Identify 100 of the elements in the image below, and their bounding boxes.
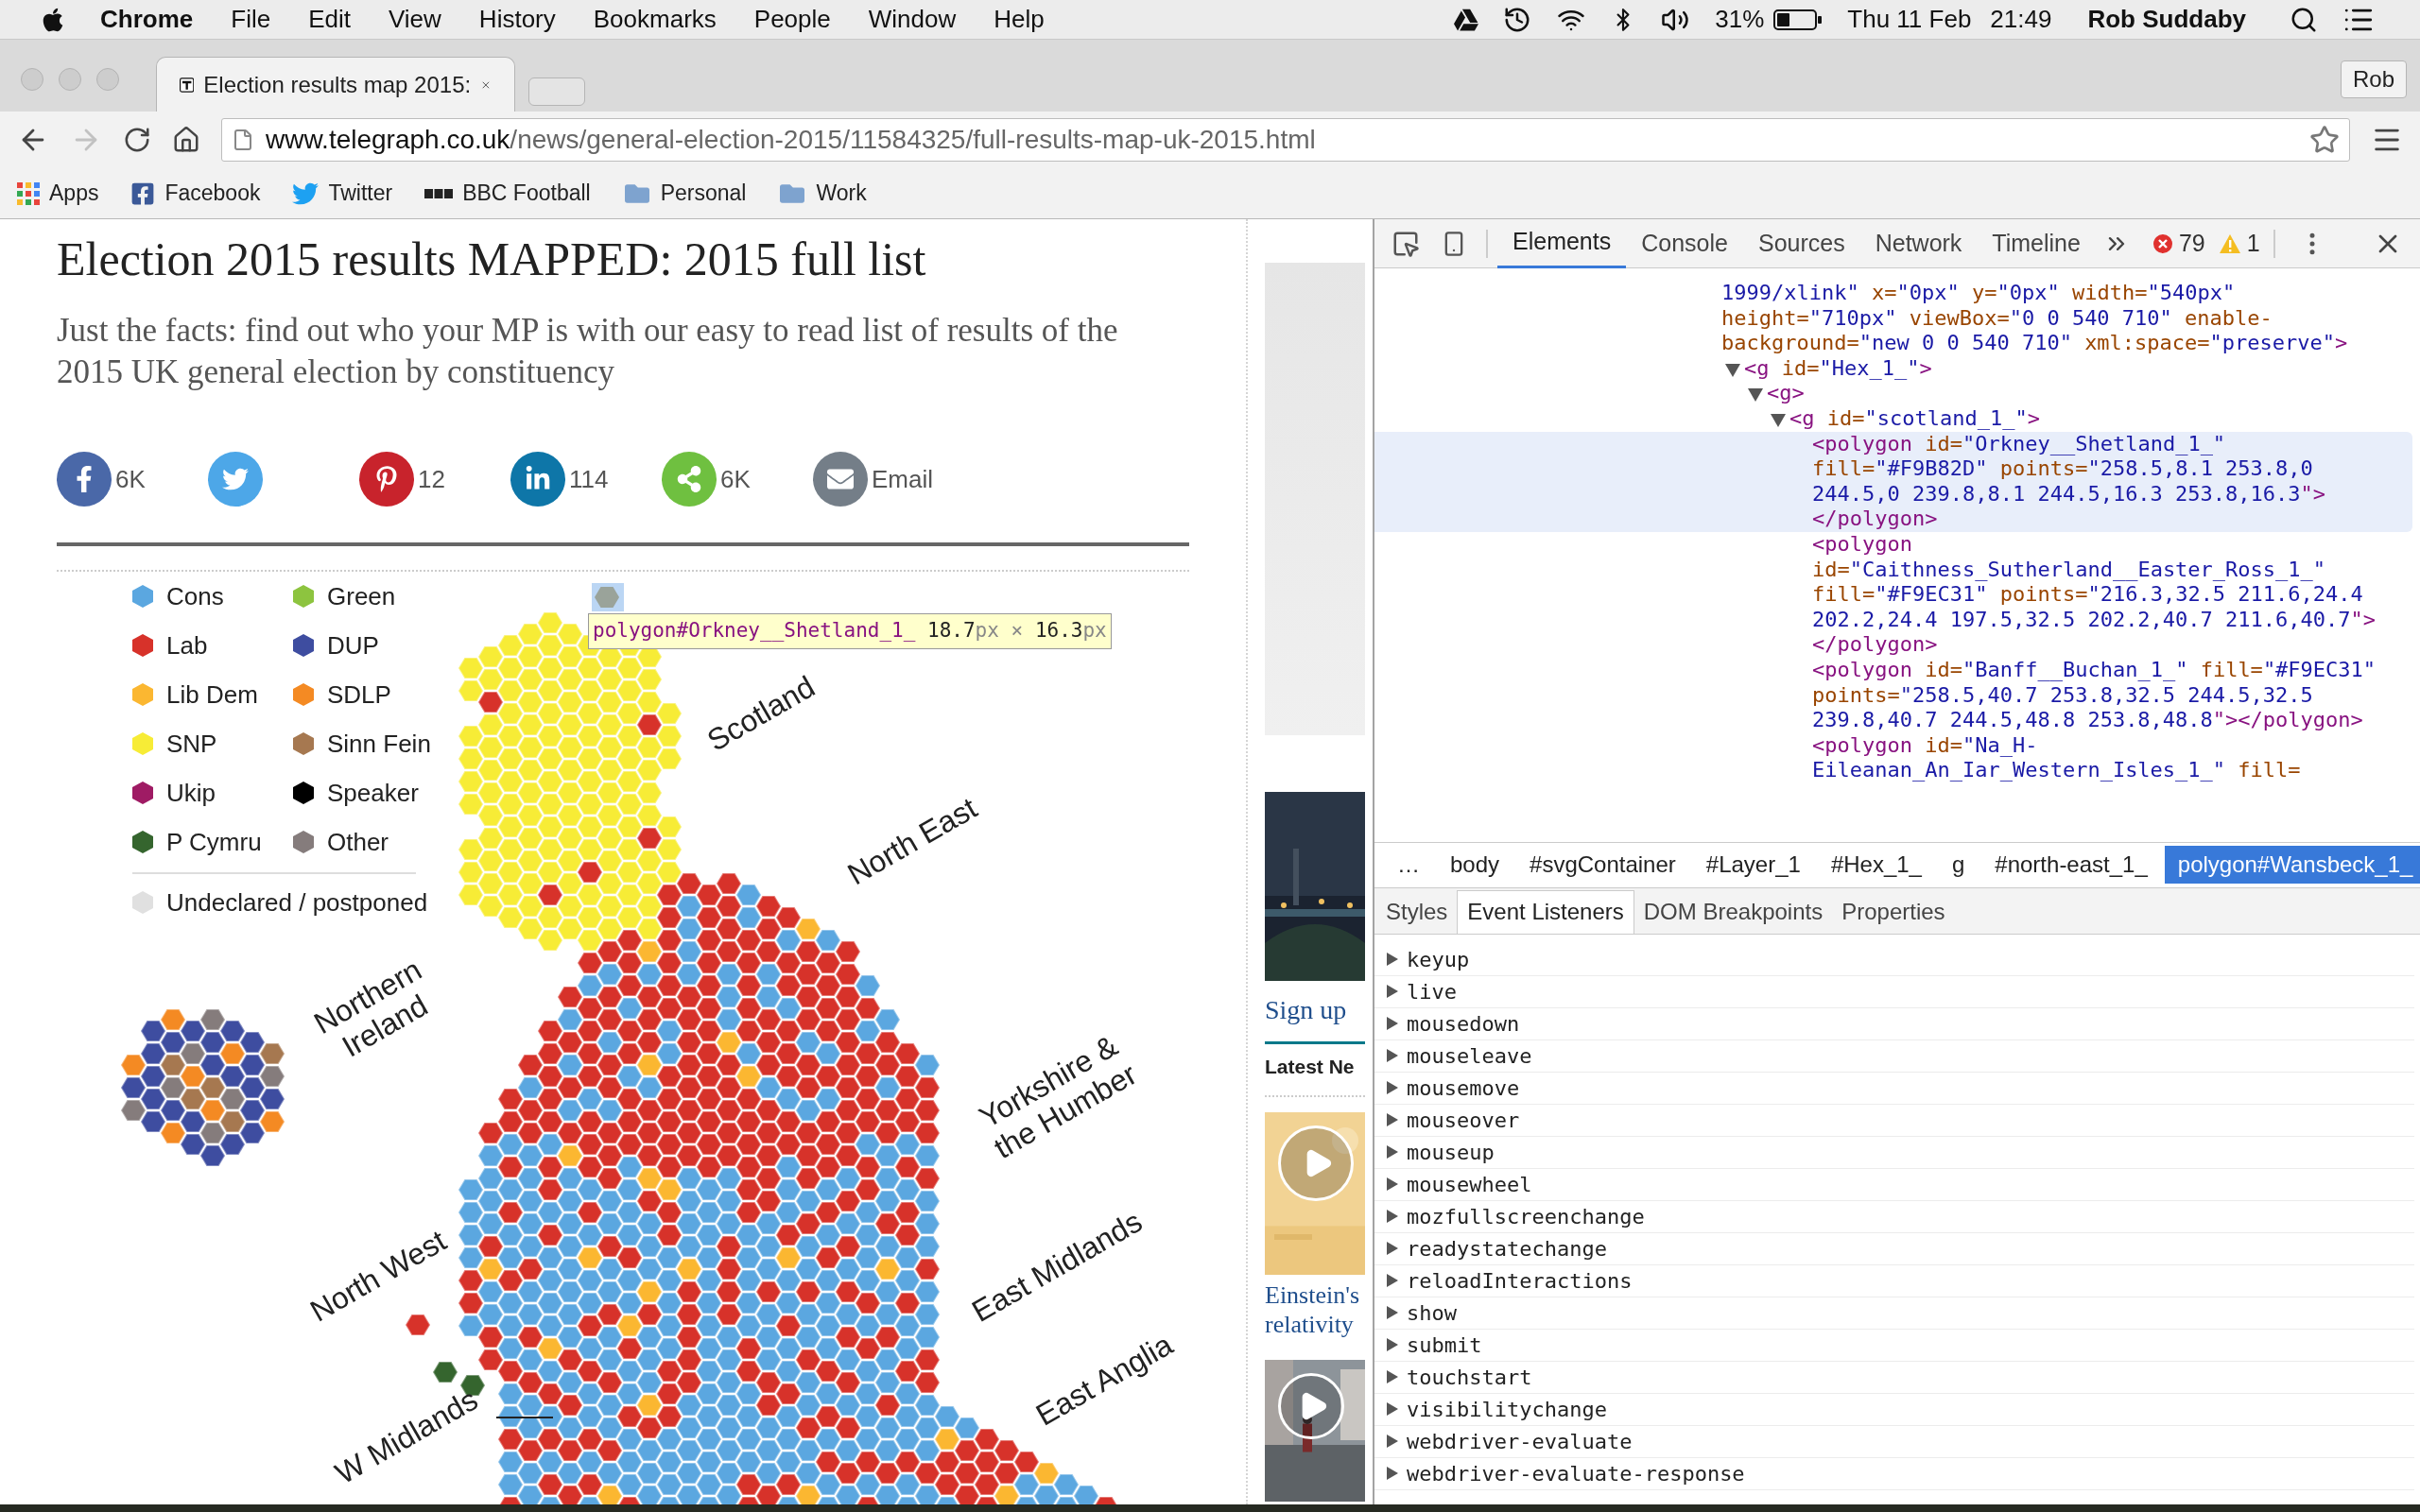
legend-label: DUP bbox=[327, 629, 379, 662]
breadcrumb-item[interactable]: body bbox=[1437, 846, 1513, 884]
breadcrumb-item[interactable]: #Layer_1 bbox=[1692, 846, 1814, 884]
legend-label: Speaker bbox=[327, 777, 419, 809]
listener-row[interactable]: touchstart bbox=[1374, 1361, 2414, 1394]
bookmark-item[interactable]: Twitter bbox=[328, 177, 393, 210]
bookmark-item[interactable]: Facebook bbox=[164, 177, 261, 210]
tree-row[interactable]: <g> bbox=[1374, 381, 2412, 406]
devtools-tab[interactable]: Timeline bbox=[1977, 218, 2096, 268]
element-markup: <polygon id="Na_H-Eileanan_An_Iar_Western_Isles_1_" fill= bbox=[1812, 732, 2302, 783]
app-menu[interactable]: Chrome bbox=[100, 1, 194, 38]
listener-row[interactable]: webdriver-evaluate-response bbox=[1374, 1457, 2414, 1490]
breadcrumb-item[interactable]: #svgContainer bbox=[1516, 846, 1689, 884]
listener-row[interactable]: submit bbox=[1374, 1329, 2414, 1362]
menu-item[interactable]: File bbox=[231, 1, 271, 38]
listener-row[interactable]: mousemove bbox=[1374, 1072, 2414, 1105]
story-link[interactable]: Einstein's relativity bbox=[1265, 1280, 1365, 1339]
legend-label: Undeclared / postponed bbox=[166, 886, 428, 919]
breadcrumb-item[interactable]: polygon#Wansbeck_1_ bbox=[2164, 846, 2420, 884]
bookmark-item[interactable]: Work bbox=[816, 177, 867, 210]
event-name: mousedown bbox=[1407, 1010, 1520, 1038]
sidebar-tab[interactable]: Properties bbox=[1832, 889, 1955, 934]
legend-label: SNP bbox=[166, 728, 217, 760]
element-markup: <g> bbox=[1767, 381, 1806, 406]
listener-row[interactable]: mozfullscreenchange bbox=[1374, 1200, 2414, 1233]
event-name: mouseover bbox=[1407, 1107, 1520, 1134]
devtools-tab[interactable]: Console bbox=[1626, 218, 1743, 268]
warning-count[interactable]: 1 bbox=[2246, 225, 2260, 262]
event-name: webdriver-evaluate bbox=[1407, 1428, 1633, 1455]
event-name: mousemove bbox=[1407, 1074, 1520, 1102]
share-count: 114 bbox=[569, 463, 609, 495]
breadcrumb-item[interactable]: #Hex_1_ bbox=[1817, 846, 1935, 884]
menu-time[interactable]: 21:49 bbox=[1990, 1, 2052, 38]
tree-row[interactable]: <polygon id="Orkney__Shetland_1_" fill="#F9B82D" points="258.5,8.1 253.8,0 244.5,0 239.8,8.1 244.5,16.3 253.8,16.3"></polygon> bbox=[1374, 431, 2412, 532]
address-bar[interactable]: www.telegraph.co.uk/news/general-election-2015/11584325/full-results-map-uk-2015.html bbox=[221, 118, 2350, 162]
event-name: touchstart bbox=[1407, 1364, 1532, 1391]
event-name: keyup bbox=[1407, 946, 1470, 973]
bookmark-item[interactable]: Apps bbox=[49, 177, 99, 210]
element-markup: <polygon id="Caithness_Sutherland__Easter_Ross_1_" fill="#F9EC31" points="216.3,32.5 211.6,24.4 202.2,24.4 197.5,32.5 202.2,40.7 211.6,40.7"></polygon> bbox=[1812, 531, 2377, 658]
tree-row[interactable]: <polygon id="Banff__Buchan_1_" fill="#F9EC31" points="258.5,40.7 253.8,32.5 244.5,32.5 239.8,40.7 244.5,48.8 253.8,48.8"></polygon> bbox=[1374, 657, 2412, 733]
tree-row[interactable]: <polygon id="Na_H-Eileanan_An_Iar_Western_Isles_1_" fill= bbox=[1374, 732, 2412, 783]
share-count: 6K bbox=[115, 463, 146, 495]
event-name: webdriver-evaluate-response bbox=[1407, 1460, 1745, 1487]
event-name: mouseup bbox=[1407, 1139, 1495, 1166]
event-name: mozfullscreenchange bbox=[1407, 1203, 1645, 1230]
menu-item[interactable]: People bbox=[753, 1, 831, 38]
devtools-tab[interactable]: Elements bbox=[1497, 218, 1627, 268]
menu-item[interactable]: Help bbox=[994, 1, 1045, 38]
listener-row[interactable]: mousedown bbox=[1374, 1007, 2414, 1040]
bookmark-item[interactable]: BBC Football bbox=[462, 177, 591, 210]
listener-row[interactable]: reloadInteractions bbox=[1374, 1264, 2414, 1297]
tree-row[interactable]: <g id="Hex_1_"> bbox=[1374, 355, 2412, 382]
bookmark-item[interactable]: Personal bbox=[660, 177, 747, 210]
menu-item[interactable]: History bbox=[478, 1, 556, 38]
error-count[interactable]: 79 bbox=[2178, 225, 2205, 262]
battery-percent: 31% bbox=[1715, 4, 1765, 35]
event-name: readystatechange bbox=[1407, 1235, 1607, 1263]
tree-row[interactable]: <polygon id="Caithness_Sutherland__Easter_Ross_1_" fill="#F9EC31" points="216.3,32.5 211.6,24.4 202.2,24.4 197.5,32.5 202.2,40.7 211.6,40.7"></polygon> bbox=[1374, 531, 2412, 658]
share-count: 6K bbox=[720, 463, 751, 495]
listener-row[interactable]: readystatechange bbox=[1374, 1232, 2414, 1265]
devtools-tab[interactable]: Sources bbox=[1742, 218, 1860, 268]
profile-button[interactable]: Rob bbox=[2340, 60, 2407, 98]
tree-row[interactable]: 1999/xlink" x="0px" y="0px" width="540px" height="710px" viewBox="0 0 540 710" enable-background="new 0 0 540 710" xml:space="preserve"> bbox=[1374, 281, 2412, 356]
region-label: North East bbox=[841, 790, 983, 892]
share-count: 12 bbox=[418, 463, 445, 495]
breadcrumb-item[interactable]: g bbox=[1938, 846, 1979, 884]
menu-item[interactable]: View bbox=[388, 1, 441, 38]
menu-item[interactable]: Window bbox=[868, 1, 957, 38]
devtools-tab[interactable]: Network bbox=[1859, 218, 1978, 268]
element-markup: <g id="Hex_1_"> bbox=[1744, 355, 1933, 382]
sidebar-tab[interactable]: Styles bbox=[1376, 889, 1458, 934]
menu-date[interactable]: Thu 11 Feb bbox=[1847, 1, 1972, 38]
event-name: reloadInteractions bbox=[1407, 1267, 1633, 1295]
listener-row[interactable]: show bbox=[1374, 1297, 2414, 1330]
listener-row[interactable]: mousewheel bbox=[1374, 1168, 2414, 1201]
breadcrumb-item[interactable]: … bbox=[1384, 846, 1433, 884]
legend-label: Lib Dem bbox=[166, 679, 258, 711]
menu-item[interactable]: Edit bbox=[308, 1, 351, 38]
menu-item[interactable]: Bookmarks bbox=[593, 1, 717, 38]
url-text: www.telegraph.co.uk/news/general-election-2015/11584325/full-results-map-uk-2015.html bbox=[266, 124, 1316, 156]
listener-row[interactable]: webdriver-evaluate bbox=[1374, 1425, 2414, 1458]
listener-row[interactable]: mouseover bbox=[1374, 1104, 2414, 1137]
sidebar-tab[interactable]: Event Listeners bbox=[1457, 889, 1634, 934]
share-count: Email bbox=[872, 463, 933, 495]
listener-row[interactable]: visibilitychange bbox=[1374, 1393, 2414, 1426]
browser-tab[interactable]: Election results map 2015: bbox=[156, 57, 515, 112]
article-title: Election 2015 results MAPPED: 2015 full list bbox=[57, 232, 927, 287]
listener-row[interactable]: live bbox=[1374, 975, 2414, 1008]
sidebar-tab[interactable]: DOM Breakpoints bbox=[1634, 889, 1833, 934]
sign-up-link[interactable]: Sign up bbox=[1265, 994, 1373, 1026]
tree-row[interactable]: <g id="scotland_1_"> bbox=[1374, 405, 2412, 432]
listener-row[interactable]: keyup bbox=[1374, 943, 2414, 976]
user-name[interactable]: Rob Suddaby bbox=[2087, 1, 2246, 38]
breadcrumb-item[interactable]: #north-east_1_ bbox=[1981, 846, 2161, 884]
legend-label: P Cymru bbox=[166, 826, 262, 858]
article-standfirst: Just the facts: find out who your MP is with our easy to read list of results of the 2015 UK general election by constituency bbox=[57, 311, 1119, 392]
listener-row[interactable]: mouseleave bbox=[1374, 1040, 2414, 1073]
element-markup: <polygon id="Banff__Buchan_1_" fill="#F9EC31" points="258.5,40.7 253.8,32.5 244.5,32.5 239.8,40.7 244.5,48.8 253.8,48.8"></polygon> bbox=[1812, 657, 2377, 733]
listener-row[interactable]: mouseup bbox=[1374, 1136, 2414, 1169]
legend-label: SDLP bbox=[327, 679, 391, 711]
